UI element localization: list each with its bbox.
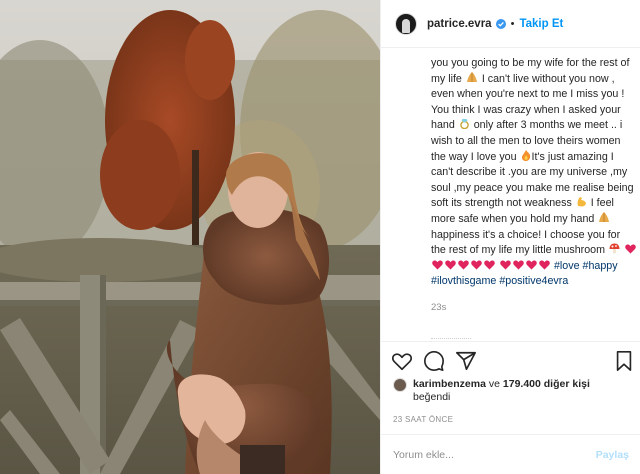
post-timestamp[interactable]: 23 SAAT ÖNCE bbox=[393, 415, 453, 424]
caption-part: happiness it's a choice! I choose you fo… bbox=[431, 228, 621, 257]
likes-count-link[interactable]: 179.400 diğer kişi bbox=[503, 378, 590, 390]
heart-emoji-icon bbox=[458, 260, 469, 270]
heart-emoji-icon bbox=[500, 260, 511, 270]
post-panel: patrice.evra • Takip Et you you going to… bbox=[380, 0, 640, 474]
hashtag-link[interactable]: #positive4evra bbox=[499, 275, 568, 287]
caption-text: you you going to be my wife for the rest… bbox=[431, 56, 637, 290]
heart-emoji-icon bbox=[526, 260, 537, 270]
liker-avatar[interactable] bbox=[393, 378, 407, 392]
likes-connector: ve bbox=[485, 378, 503, 390]
praying-hands-icon bbox=[466, 71, 477, 82]
ring-icon bbox=[459, 119, 469, 130]
comment-box: Paylaş bbox=[381, 434, 640, 474]
caption-age: 23s bbox=[431, 301, 447, 313]
likes-text: karimbenzema ve 179.400 diğer kişi beğen… bbox=[413, 378, 590, 404]
heart-icon[interactable] bbox=[391, 350, 413, 372]
praying-hands-icon bbox=[599, 211, 610, 222]
post-photo[interactable] bbox=[0, 0, 380, 474]
flexed-biceps-icon bbox=[577, 197, 586, 207]
verified-badge-icon bbox=[495, 18, 506, 29]
heart-emoji-icon bbox=[484, 260, 495, 270]
username-link[interactable]: patrice.evra bbox=[427, 18, 492, 30]
caption-area: you you going to be my wife for the rest… bbox=[431, 56, 637, 318]
likes-summary: karimbenzema ve 179.400 diğer kişi beğen… bbox=[393, 378, 637, 404]
heart-emoji-icon bbox=[445, 260, 456, 270]
hashtag-link[interactable]: #love bbox=[554, 260, 580, 272]
heart-emoji-icon bbox=[432, 260, 443, 270]
follow-button[interactable]: Takip Et bbox=[519, 18, 563, 30]
action-bar bbox=[391, 350, 635, 374]
post-header: patrice.evra • Takip Et bbox=[381, 0, 640, 48]
comment-input[interactable] bbox=[393, 448, 596, 461]
bookmark-icon[interactable] bbox=[613, 350, 635, 372]
avatar[interactable] bbox=[395, 12, 417, 35]
post-image bbox=[0, 0, 380, 474]
post-comment-button[interactable]: Paylaş bbox=[596, 449, 629, 461]
share-icon[interactable] bbox=[455, 350, 477, 372]
comment-icon[interactable] bbox=[423, 350, 445, 372]
mushroom-icon bbox=[609, 243, 620, 254]
heart-emoji-icon bbox=[471, 260, 482, 270]
likes-suffix: beğendi bbox=[413, 391, 451, 403]
hashtag-link[interactable]: #ilovthisgame bbox=[431, 275, 496, 287]
heart-emoji-icon bbox=[513, 260, 524, 270]
liker-username[interactable]: karimbenzema bbox=[413, 378, 486, 390]
hashtag-link[interactable]: #happy bbox=[583, 260, 618, 272]
divider bbox=[381, 341, 640, 342]
heart-emoji-icon bbox=[539, 260, 550, 270]
fire-icon bbox=[521, 149, 530, 161]
heart-emoji-icon bbox=[625, 244, 636, 254]
separator-dot: • bbox=[510, 17, 515, 30]
